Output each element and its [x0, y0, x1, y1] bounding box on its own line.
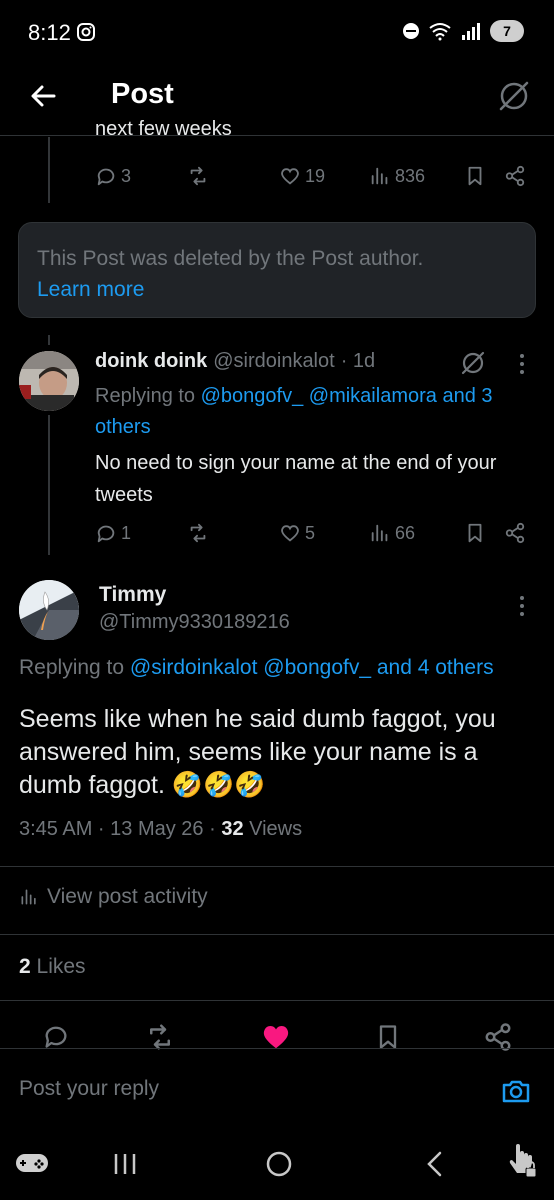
like-count: 5 [305, 522, 316, 543]
more-options-icon[interactable] [516, 594, 528, 618]
reply-time: · 1d [340, 350, 376, 372]
more-options-icon[interactable] [516, 352, 528, 376]
views-button[interactable]: 836 [369, 165, 464, 187]
repost-icon [190, 166, 206, 186]
views-icon [371, 524, 388, 542]
recent-apps-icon[interactable] [112, 1152, 138, 1176]
reply-button[interactable]: 1 [95, 522, 187, 544]
prev-post-actions: 3 19 836 [95, 165, 535, 187]
dnd-icon [402, 22, 420, 40]
reply-composer [0, 1048, 554, 1132]
bookmark-button[interactable] [464, 165, 504, 187]
reply-input[interactable] [19, 1077, 459, 1101]
likes-count: 2 [19, 955, 31, 978]
bookmark-icon [468, 523, 482, 543]
view-activity-button[interactable]: View post activity [19, 885, 208, 909]
replying-prefix: Replying to [95, 385, 196, 407]
repost-button[interactable] [187, 165, 279, 187]
battery-icon: 7 [490, 20, 524, 42]
thread-line [48, 335, 50, 345]
main-display-name[interactable]: Timmy [99, 583, 166, 607]
header: Post [0, 64, 554, 136]
main-handle[interactable]: @Timmy9330189216 [99, 611, 290, 634]
grok-icon[interactable] [496, 78, 532, 114]
repost-button[interactable] [187, 522, 279, 544]
views-count: 32 [221, 818, 244, 840]
views-icon [371, 167, 388, 185]
heart-icon [281, 168, 299, 185]
views-count: 836 [395, 165, 426, 186]
learn-more-link[interactable]: Learn more [37, 274, 517, 305]
reply-display-name[interactable]: doink doink [95, 350, 207, 373]
replying-prefix: Replying to [19, 656, 125, 679]
bookmark-icon [468, 166, 482, 186]
signal-icon [460, 21, 482, 41]
back-arrow-icon[interactable] [28, 80, 60, 112]
views-icon [21, 889, 36, 905]
reply-icon [97, 525, 115, 543]
reply-count: 3 [121, 165, 132, 186]
camera-icon[interactable] [500, 1075, 532, 1107]
instagram-icon [76, 22, 96, 42]
view-activity-label: View post activity [47, 885, 208, 908]
views-label: Views [243, 818, 303, 840]
replying-to: Replying to @bongofv_ @mikailamora and 3… [95, 381, 545, 443]
divider [0, 866, 554, 867]
replying-to: Replying to @sirdoinkalot @bongofv_ and … [19, 656, 549, 680]
wifi-icon [428, 21, 452, 41]
reply-icon [45, 1026, 67, 1048]
deleted-post-notice: This Post was deleted by the Post author… [18, 222, 536, 318]
status-icons: 7 [402, 20, 524, 42]
thread-line [48, 137, 50, 203]
views-button[interactable]: 66 [369, 522, 464, 544]
reply-actions: 1 5 66 [95, 522, 535, 544]
gamepad-icon[interactable] [14, 1148, 50, 1178]
reply-button[interactable]: 3 [95, 165, 187, 187]
prev-post-text: next few weeks [95, 118, 232, 140]
reply-handle[interactable]: @sirdoinkalot [213, 350, 334, 373]
likes-label: Likes [30, 955, 86, 978]
deleted-notice-text: This Post was deleted by the Post author… [37, 247, 424, 270]
replying-handles[interactable]: @sirdoinkalot @bongofv_ and 4 others [130, 656, 494, 679]
share-icon [505, 165, 525, 187]
like-count: 19 [305, 165, 326, 186]
like-button[interactable]: 19 [279, 165, 369, 187]
battery-level: 7 [503, 23, 511, 39]
bookmark-button[interactable] [464, 522, 504, 544]
reply-count: 1 [121, 522, 132, 543]
status-bar: 8:12 7 [0, 0, 554, 64]
share-icon [505, 522, 525, 544]
avatar[interactable] [19, 351, 79, 411]
reply-icon [97, 168, 115, 186]
reply-header: doink doink @sirdoinkalot · 1d [95, 350, 375, 373]
post-metadata: 3:45 AM · 13 May 26 · 32 Views [19, 818, 302, 841]
reply-text: No need to sign your name at the end of … [95, 452, 497, 506]
back-icon[interactable] [424, 1150, 444, 1178]
status-time: 8:12 [28, 20, 71, 45]
main-post-text: Seems like when he said dumb faggot, you… [19, 705, 496, 799]
share-button[interactable] [504, 522, 526, 544]
home-icon[interactable] [265, 1150, 293, 1178]
heart-icon [281, 525, 299, 542]
divider [0, 1000, 554, 1001]
reply-button[interactable] [42, 1022, 70, 1050]
post-timestamp: 3:45 AM · 13 May 26 · [19, 818, 222, 840]
system-nav-bar [0, 1132, 554, 1200]
avatar[interactable] [19, 580, 79, 640]
views-count: 66 [395, 522, 416, 543]
divider [0, 934, 554, 935]
touch-lock-icon[interactable] [506, 1144, 538, 1180]
page-title: Post [111, 78, 174, 110]
likes-row[interactable]: 2 Likes [19, 955, 86, 979]
grok-icon[interactable] [458, 348, 488, 378]
like-button[interactable]: 5 [279, 522, 369, 544]
repost-icon [190, 523, 206, 543]
share-button[interactable] [504, 165, 526, 187]
thread-line [48, 415, 50, 555]
